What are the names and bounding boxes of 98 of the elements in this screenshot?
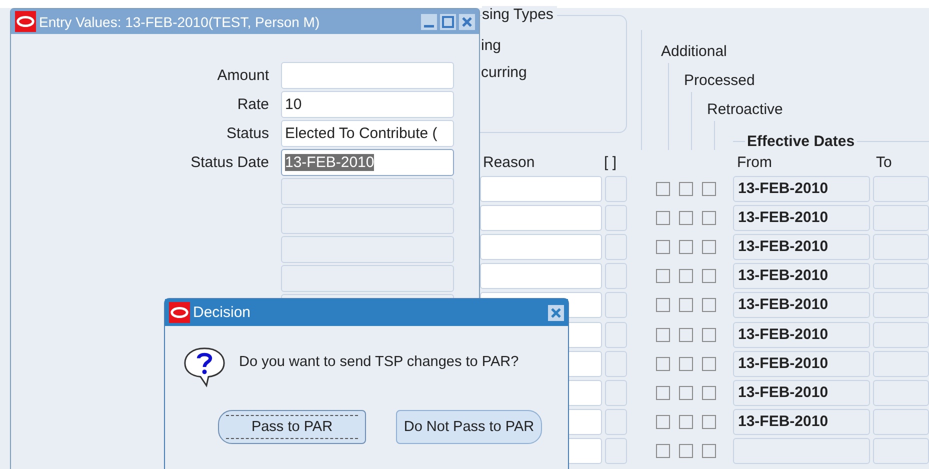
checkbox[interactable] — [656, 298, 670, 312]
date-field[interactable] — [873, 380, 929, 406]
checkbox[interactable] — [656, 240, 670, 254]
checkbox[interactable] — [679, 328, 693, 342]
input-field[interactable] — [605, 380, 627, 406]
date-field[interactable] — [873, 204, 929, 231]
checkbox[interactable] — [656, 415, 670, 430]
group-title: Effective Dates — [746, 133, 856, 150]
field-value: 10 — [285, 96, 302, 113]
checkbox[interactable] — [679, 298, 693, 312]
date-field[interactable]: 13-FEB-2010 — [733, 292, 870, 318]
input-field[interactable] — [281, 265, 454, 292]
column-header: Processed — [684, 72, 755, 89]
date-field[interactable] — [873, 234, 929, 260]
checkbox[interactable] — [679, 240, 693, 254]
checkbox[interactable] — [702, 269, 716, 284]
field-label: Amount — [216, 67, 269, 84]
input-field[interactable]: 13-FEB-2010 — [281, 149, 454, 176]
input-field[interactable]: 10 — [281, 91, 454, 118]
column-header: To — [875, 154, 892, 170]
date-field[interactable] — [873, 263, 929, 290]
column-header: Additional — [661, 43, 727, 60]
date-field[interactable]: 13-FEB-2010 — [733, 350, 870, 377]
input-field[interactable] — [281, 178, 454, 205]
date-field[interactable] — [873, 322, 929, 348]
field-value: 13-FEB-2010 — [285, 154, 374, 171]
date-field[interactable] — [733, 438, 870, 464]
reason-field[interactable] — [480, 263, 602, 290]
checkbox[interactable] — [702, 298, 716, 312]
checkbox[interactable] — [702, 444, 716, 458]
field-value: Elected To Contribute ( — [285, 125, 438, 142]
date-field[interactable] — [873, 409, 929, 436]
column-header: Reason — [482, 154, 536, 170]
checkbox[interactable] — [656, 269, 670, 284]
dialog-title: Decision — [193, 304, 251, 321]
date-field[interactable]: 13-FEB-2010 — [733, 263, 870, 290]
checkbox[interactable] — [702, 240, 716, 254]
column-header: From — [736, 154, 773, 170]
date-field[interactable]: 13-FEB-2010 — [733, 380, 870, 406]
dialog-button[interactable]: Do Not Pass to PAR — [396, 410, 542, 444]
checkbox[interactable] — [679, 269, 693, 284]
column-header: [ ] — [603, 154, 617, 170]
checkbox[interactable] — [679, 356, 693, 371]
date-field[interactable] — [873, 438, 929, 464]
input-field[interactable] — [605, 263, 627, 290]
checkbox[interactable] — [656, 356, 670, 371]
date-field[interactable] — [873, 292, 929, 318]
checkbox[interactable] — [679, 182, 693, 196]
window-title: Entry Values: 13-FEB-2010(TEST, Person M) — [39, 14, 320, 30]
checkbox[interactable] — [656, 386, 670, 400]
checkbox[interactable] — [702, 356, 716, 371]
checkbox[interactable] — [679, 415, 693, 430]
date-field[interactable] — [873, 350, 929, 377]
checkbox[interactable] — [656, 444, 670, 458]
checkbox[interactable] — [702, 210, 716, 225]
input-field[interactable] — [605, 176, 627, 202]
date-field[interactable]: 13-FEB-2010 — [733, 204, 870, 231]
reason-field[interactable] — [480, 176, 602, 202]
input-field[interactable] — [605, 234, 627, 260]
checkbox[interactable] — [702, 328, 716, 342]
column-header: Retroactive — [707, 101, 783, 118]
input-field[interactable] — [605, 409, 627, 436]
input-field[interactable] — [281, 236, 454, 263]
input-field[interactable] — [605, 322, 627, 348]
option-label: curring — [480, 64, 528, 81]
checkbox[interactable] — [702, 386, 716, 400]
checkbox[interactable] — [656, 210, 670, 225]
input-field[interactable] — [281, 62, 454, 89]
input-field[interactable] — [605, 438, 627, 464]
checkbox[interactable] — [702, 415, 716, 430]
checkbox[interactable] — [656, 182, 670, 196]
checkbox[interactable] — [679, 210, 693, 225]
input-field[interactable] — [281, 207, 454, 234]
checkbox[interactable] — [679, 444, 693, 458]
option-label: ing — [480, 37, 502, 54]
reason-field[interactable] — [480, 204, 602, 231]
app-icon — [169, 302, 190, 323]
reason-field[interactable] — [480, 234, 602, 260]
date-field[interactable]: 13-FEB-2010 — [733, 409, 870, 436]
dialog-message: Do you want to send TSP changes to PAR? — [239, 354, 519, 370]
date-field[interactable]: 13-FEB-2010 — [733, 234, 870, 260]
group-title: sing Types — [482, 6, 558, 23]
dialog-button[interactable]: Pass to PAR — [218, 410, 366, 444]
app-icon — [15, 11, 36, 32]
date-field[interactable] — [873, 176, 929, 202]
date-field[interactable]: 13-FEB-2010 — [733, 176, 870, 202]
field-label: Status — [225, 125, 269, 142]
checkbox[interactable] — [679, 386, 693, 400]
field-label: Rate — [236, 96, 269, 113]
checkbox[interactable] — [702, 182, 716, 196]
close-icon[interactable] — [548, 304, 564, 320]
input-field[interactable]: Elected To Contribute ( — [281, 120, 454, 147]
checkbox[interactable] — [656, 328, 670, 342]
input-field[interactable] — [605, 204, 627, 231]
date-field[interactable]: 13-FEB-2010 — [733, 322, 870, 348]
input-field[interactable] — [605, 292, 627, 318]
field-label: Status Date — [190, 154, 269, 171]
input-field[interactable] — [605, 350, 627, 377]
